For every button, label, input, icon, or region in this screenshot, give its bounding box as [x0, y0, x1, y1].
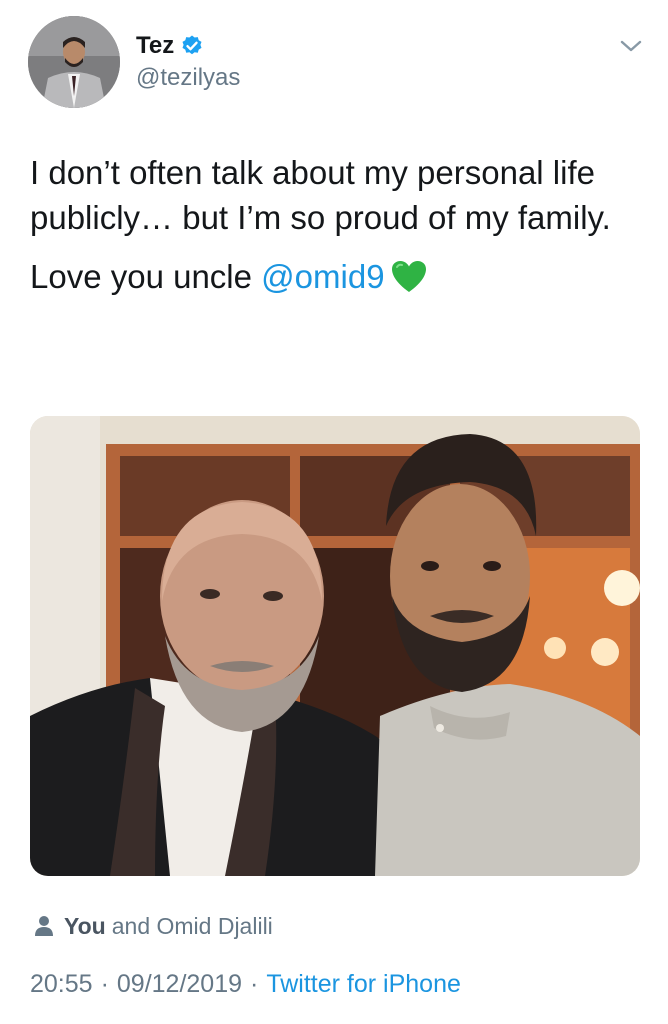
- tweet-source-link[interactable]: Twitter for iPhone: [266, 970, 461, 999]
- green-heart-icon: [391, 261, 426, 292]
- verified-badge-icon: [182, 35, 202, 55]
- meta-separator: ·: [100, 970, 109, 998]
- tagged-users[interactable]: You and Omid Djalili: [34, 910, 273, 942]
- tweet-paragraph-2: Love you uncle @omid9: [30, 254, 640, 299]
- tagged-you-label[interactable]: You: [64, 913, 106, 940]
- author-avatar[interactable]: [28, 16, 120, 108]
- meta-separator: ·: [250, 970, 259, 998]
- author-display-name[interactable]: Tez: [136, 32, 174, 60]
- tweet-photo[interactable]: [30, 416, 640, 876]
- author-name-row[interactable]: Tez: [136, 30, 204, 62]
- tweet-text: I don’t often talk about my personal lif…: [30, 150, 640, 313]
- person-icon: [35, 916, 53, 936]
- author-handle[interactable]: @tezilyas: [136, 64, 240, 92]
- chevron-down-icon[interactable]: [618, 36, 644, 56]
- tweet-time[interactable]: 20:55: [30, 970, 93, 999]
- tweet-date[interactable]: 09/12/2019: [117, 970, 242, 999]
- tweet-card: Tez @tezilyas I don’t often talk about m…: [0, 0, 668, 1024]
- tweet-paragraph-2-text: Love you uncle: [30, 258, 262, 295]
- tagged-others-label[interactable]: and Omid Djalili: [112, 913, 273, 940]
- tweet-meta: 20:55 · 09/12/2019 · Twitter for iPhone: [30, 970, 461, 999]
- tweet-paragraph-1: I don’t often talk about my personal lif…: [30, 154, 611, 236]
- mention-link[interactable]: @omid9: [261, 258, 384, 295]
